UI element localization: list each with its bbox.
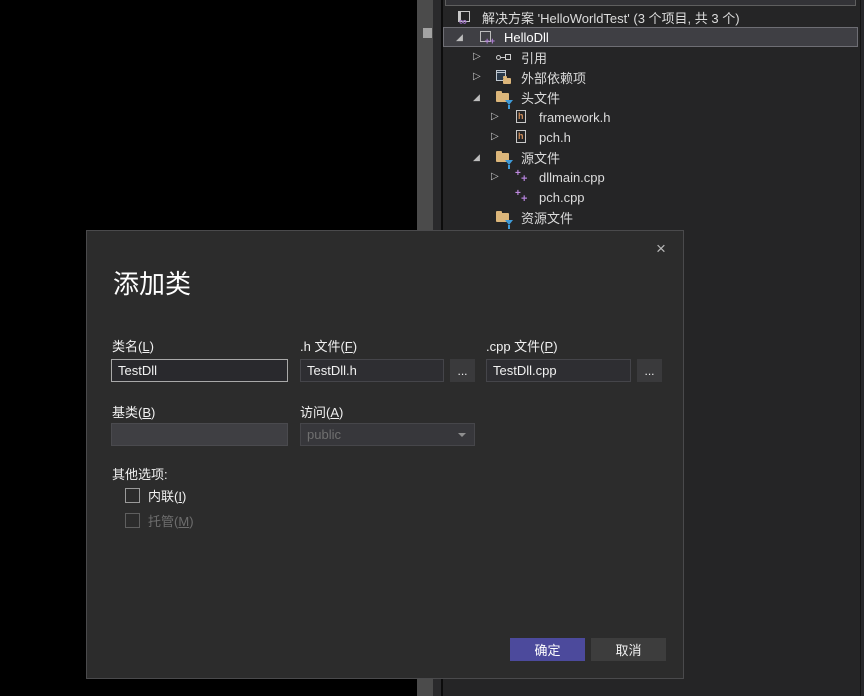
icon-slot: ++ xyxy=(514,190,538,204)
icon-slot xyxy=(496,210,520,224)
tree-item-pch-h[interactable]: ▷h pch.h xyxy=(443,127,860,147)
tree-item-dllmain-cpp[interactable]: ▷++ dllmain.cpp xyxy=(443,167,860,187)
visual-studio-window: ∞解决方案 'HelloWorldTest' (3 个项目, 共 3 个)◢++… xyxy=(0,0,864,696)
filtered-folder-icon xyxy=(496,210,512,224)
inline-checkbox-row[interactable]: 内联(I) xyxy=(125,486,186,505)
tree-item-framework-h[interactable]: ▷h framework.h xyxy=(443,107,860,127)
icon-slot: ++ xyxy=(514,170,538,184)
solution-tree: ∞解决方案 'HelloWorldTest' (3 个项目, 共 3 个)◢++… xyxy=(443,7,860,227)
filtered-folder-icon xyxy=(496,90,512,104)
inline-checkbox[interactable] xyxy=(125,488,140,503)
tree-item-external-dependencies[interactable]: ▷ 外部依赖项 xyxy=(443,67,860,87)
cpp-file-input[interactable] xyxy=(486,359,631,382)
scrollbar-thumb[interactable] xyxy=(423,28,432,38)
tree-item-label: HelloDll xyxy=(503,30,549,45)
access-label: 访问(A) xyxy=(300,402,343,421)
tree-item-label: 源文件 xyxy=(520,148,560,167)
cpp-file-label: .cpp 文件(P) xyxy=(486,336,558,355)
tree-item-resource-files[interactable]: 资源文件 xyxy=(443,207,860,227)
access-dropdown-value: public xyxy=(307,427,341,442)
inline-checkbox-label: 内联(I) xyxy=(148,486,186,505)
managed-checkbox xyxy=(125,513,140,528)
tree-item-label: dllmain.cpp xyxy=(538,170,605,185)
close-icon[interactable]: × xyxy=(650,238,672,260)
icon-slot: ∞ xyxy=(457,10,481,24)
tree-item-label: 资源文件 xyxy=(520,208,573,227)
icon-slot xyxy=(496,90,520,104)
managed-checkbox-row: 托管(M) xyxy=(125,511,194,530)
add-class-dialog: × 添加类 类名(L) .h 文件(F) .cpp 文件(P) ... ... … xyxy=(86,230,684,679)
tree-item-pch-cpp[interactable]: ++ pch.cpp xyxy=(443,187,860,207)
tree-item-label: 解决方案 'HelloWorldTest' (3 个项目, 共 3 个) xyxy=(481,8,740,27)
collapse-arrow-icon[interactable]: ◢ xyxy=(454,33,479,42)
expand-arrow-icon[interactable]: ▷ xyxy=(471,72,496,82)
collapse-arrow-icon[interactable]: ◢ xyxy=(471,93,496,102)
header-file-icon: h xyxy=(514,110,530,124)
cpp-file-icon: ++ xyxy=(514,190,530,204)
solution-explorer-search-box[interactable] xyxy=(445,0,856,6)
dialog-title: 添加类 xyxy=(113,264,191,301)
expand-arrow-icon[interactable]: ▷ xyxy=(471,52,496,62)
tree-item-solution[interactable]: ∞ 解决方案 'HelloWorldTest' (3 个项目, 共 3 个) xyxy=(443,7,860,27)
tree-item-label: pch.h xyxy=(538,130,571,145)
tree-item-label: framework.h xyxy=(538,110,611,125)
tree-item-references[interactable]: ▷ 引用 xyxy=(443,47,860,67)
solution-icon: ∞ xyxy=(457,10,473,24)
cpp-file-icon: ++ xyxy=(514,170,530,184)
collapse-arrow-icon[interactable]: ◢ xyxy=(471,153,496,162)
base-class-label: 基类(B) xyxy=(112,402,155,421)
icon-slot xyxy=(496,150,520,164)
tree-item-source-files[interactable]: ◢ 源文件 xyxy=(443,147,860,167)
ok-button[interactable]: 确定 xyxy=(510,638,585,661)
base-class-input[interactable] xyxy=(111,423,288,446)
references-icon xyxy=(496,50,512,64)
tree-item-header-files[interactable]: ◢ 头文件 xyxy=(443,87,860,107)
cpp-project-icon: ++ xyxy=(479,30,495,44)
cpp-file-browse-button[interactable]: ... xyxy=(637,359,662,382)
tree-item-label: pch.cpp xyxy=(538,190,585,205)
h-file-input[interactable] xyxy=(300,359,444,382)
icon-slot xyxy=(496,50,520,64)
class-name-label: 类名(L) xyxy=(112,336,154,355)
other-options-heading: 其他选项: xyxy=(112,464,168,483)
expand-arrow-icon[interactable]: ▷ xyxy=(489,172,514,182)
filtered-folder-icon xyxy=(496,150,512,164)
class-name-input[interactable] xyxy=(111,359,288,382)
external-dependencies-icon xyxy=(496,70,512,84)
tree-item-label: 引用 xyxy=(520,48,547,67)
access-dropdown[interactable]: public xyxy=(300,423,475,446)
chevron-down-icon xyxy=(458,433,466,437)
tree-item-label: 外部依赖项 xyxy=(520,68,586,87)
icon-slot: h xyxy=(514,110,538,124)
expand-arrow-icon[interactable]: ▷ xyxy=(489,132,514,142)
h-file-browse-button[interactable]: ... xyxy=(450,359,475,382)
managed-checkbox-label: 托管(M) xyxy=(148,511,194,530)
tree-item-hellodll-project[interactable]: ◢++ HelloDll xyxy=(443,27,858,47)
icon-slot: h xyxy=(514,130,538,144)
h-file-label: .h 文件(F) xyxy=(300,336,357,355)
expand-arrow-icon[interactable]: ▷ xyxy=(489,112,514,122)
window-right-edge xyxy=(860,0,864,696)
tree-item-label: 头文件 xyxy=(520,88,560,107)
icon-slot: ++ xyxy=(479,30,503,44)
icon-slot xyxy=(496,70,520,84)
cancel-button[interactable]: 取消 xyxy=(591,638,666,661)
header-file-icon: h xyxy=(514,130,530,144)
